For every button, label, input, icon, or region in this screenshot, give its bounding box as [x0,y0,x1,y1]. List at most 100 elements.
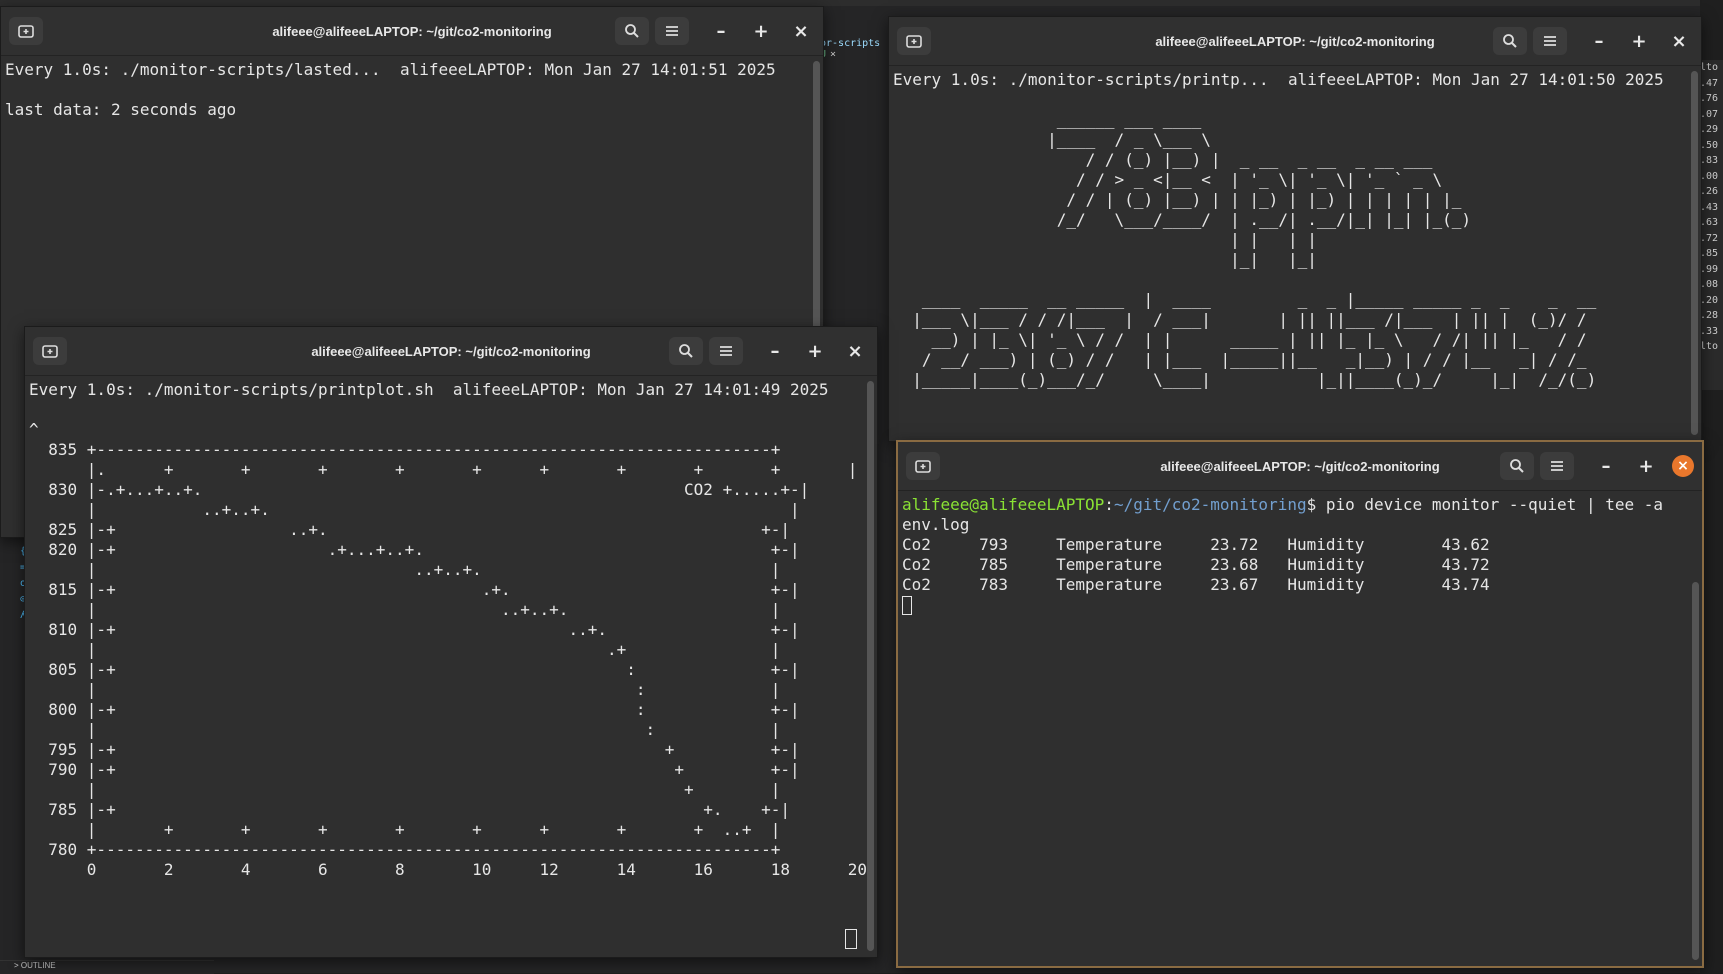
background-tab-close-icon[interactable]: × [830,49,836,60]
terminal-window-banner: alifeee@alifeeeLAPTOP: ~/git/co2-monitor… [888,16,1702,442]
background-number: .20 [1700,294,1719,306]
minimize-button[interactable]: – [1592,452,1620,480]
scrollbar[interactable] [1692,582,1699,960]
background-editor-tab[interactable]: or-scripts U× [820,38,892,60]
ascii-plot-line: 825 |-+ ..+. +-| [29,520,790,539]
new-tab-icon [42,345,58,358]
search-icon [1503,34,1517,48]
minimize-button[interactable]: – [761,337,789,365]
terminal-cursor [902,596,912,615]
new-tab-button[interactable] [906,452,940,480]
hamburger-menu-icon [1551,461,1563,471]
minimize-button[interactable]: – [1585,27,1613,55]
titlebar: alifeee@alifeeeLAPTOP: ~/git/co2-monitor… [889,17,1701,66]
ascii-plot-line: | : | [29,720,781,739]
prompt-separator: : [1104,495,1114,514]
prompt-path: ~/git/co2-monitoring [1113,495,1307,514]
background-number: .00 [1700,170,1719,182]
ascii-banner-line: ​ [893,90,1681,110]
monitor-row: Co2 793 Temperature 23.72 Humidity 43.62 [902,535,1490,554]
search-button[interactable] [615,17,649,45]
background-number: .83 [1700,155,1719,166]
ascii-banner-line: /_/ \___/____/ | .__/| .__/|_| |_| |_(_) [893,210,1471,229]
close-button[interactable]: × [1665,27,1693,55]
background-number: .07 [1700,108,1719,120]
terminal-cursor-line [902,595,1682,615]
hamburger-menu-icon [666,26,678,36]
background-number: .28 [1700,310,1719,321]
new-tab-icon [906,35,922,48]
ascii-plot-line: | + | [29,780,781,799]
new-tab-button[interactable] [33,337,67,365]
monitor-row: Co2 783 Temperature 23.67 Humidity 43.74 [902,575,1490,594]
ascii-plot-line: 815 |-+ .+. +-| [29,580,800,599]
ascii-plot-line: | : | [29,680,781,699]
ascii-banner-line: ​ [893,270,1681,290]
close-button[interactable]: × [787,17,815,45]
ascii-plot-line: 805 |-+ : +-| [29,660,800,679]
background-number: .63 [1700,217,1719,228]
background-number: .29 [1700,124,1719,135]
side-glyph: = [0,562,26,578]
ascii-banner-line: / / (_) |__) | _ __ _ __ _ __ ___ [893,150,1433,169]
ascii-plot: ​^ 835 +--------------------------------… [29,400,867,880]
search-button[interactable] [1500,452,1534,480]
minimize-button[interactable]: – [707,17,735,45]
background-number: .50 [1700,139,1719,151]
titlebar: alifeee@alifeeeLAPTOP: ~/git/co2-monitor… [898,442,1702,491]
scrollbar[interactable] [1691,71,1698,435]
search-button[interactable] [669,337,703,365]
background-number: .76 [1700,93,1719,104]
terminal-window-monitor: alifeee@alifeeeLAPTOP: ~/git/co2-monitor… [896,440,1704,968]
prompt-command-wrap: env.log [902,515,970,534]
background-tab-label: or-scripts [820,38,881,49]
background-number-column: lto .47 .76 .07 .29 .50 .83 .00 .26 .43 .63 .72 .85.… [1700,60,1723,390]
new-tab-button[interactable] [9,17,43,45]
menu-button[interactable] [709,337,743,365]
search-icon [679,344,693,358]
search-icon [625,24,639,38]
ascii-plot-line: 780 +-----------------------------------… [29,840,781,859]
ascii-banner-line: / / > _ <|__ < | '_ \| '_ \| '_ ` _ \ [893,170,1443,189]
side-glyph: o [0,578,26,594]
background-number: .85 [1700,248,1719,259]
maximize-button[interactable]: + [747,17,775,45]
scrollbar[interactable] [867,381,874,951]
background-number: lto [1700,341,1719,352]
command-prompt-line: alifeee@alifeeeLAPTOP:~/git/co2-monitori… [902,495,1682,515]
maximize-button[interactable]: + [1632,452,1660,480]
ascii-banner-line: / / | (_) |__) | | |_) | |_) | | | | | |… [893,190,1462,209]
ascii-banner: ​ ______ ___ ____ |____ / _ \___ \ / / (… [893,90,1681,390]
ascii-banner-line: |_____|____(_)___/_/ \____| |_||____(_)_… [893,370,1597,389]
ascii-plot-line: | ..+..+. | [29,560,781,579]
close-button[interactable]: × [1672,455,1694,477]
close-button[interactable]: × [841,337,869,365]
watch-header-line: Every 1.0s: ./monitor-scripts/lasted... … [5,60,776,79]
ascii-plot-line: 830 |-.+...+..+. CO2 +.....+-| [29,480,810,499]
side-glyph: ʎ [0,610,26,626]
ascii-banner-line: ____ _____ __ _____ | ____ _ _ |_____ __… [893,290,1597,309]
ascii-plot-line: ​ [29,400,857,420]
ascii-plot-line: | + + + + + + + + ..+ | [29,820,781,839]
new-tab-icon [18,25,34,38]
menu-button[interactable] [1540,452,1574,480]
monitor-row: Co2 785 Temperature 23.68 Humidity 43.72 [902,555,1490,574]
ascii-banner-line: |____ / _ \___ \ [893,130,1211,149]
outline-section-header[interactable]: > OUTLINE [0,960,214,974]
maximize-button[interactable]: + [1625,27,1653,55]
terminal-output[interactable]: Every 1.0s: ./monitor-scripts/printplot.… [25,376,867,957]
ascii-plot-line: ^ [29,420,39,439]
background-number: .72 [1700,232,1719,244]
terminal-output[interactable]: alifeee@alifeeeLAPTOP:~/git/co2-monitori… [898,491,1686,966]
menu-button[interactable] [1533,27,1567,55]
hamburger-menu-icon [1544,36,1556,46]
ascii-plot-line: |. + + + + + + + + + | [29,460,858,479]
maximize-button[interactable]: + [801,337,829,365]
new-tab-button[interactable] [897,27,931,55]
ascii-banner-line: ______ ___ ____ [893,110,1202,129]
prompt-command: $ pio device monitor --quiet | tee -a [1306,495,1664,514]
menu-button[interactable] [655,17,689,45]
terminal-output[interactable]: Every 1.0s: ./monitor-scripts/printp... … [889,66,1685,441]
search-icon [1510,459,1524,473]
search-button[interactable] [1493,27,1527,55]
